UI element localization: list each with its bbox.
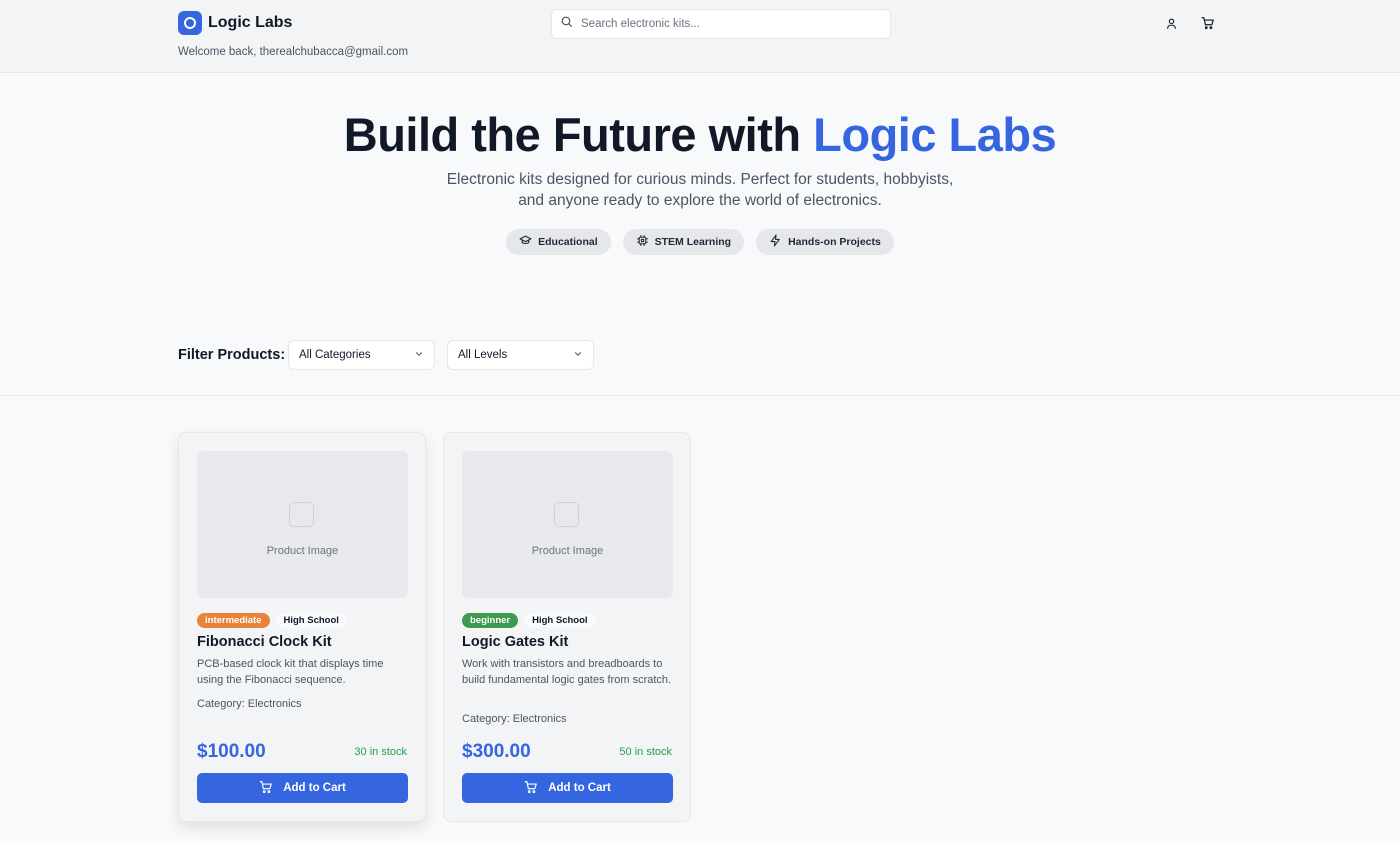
pill-label: Hands-on Projects: [788, 236, 881, 248]
pill-hands-on-projects: Hands-on Projects: [756, 229, 894, 255]
lightning-icon: [769, 234, 782, 250]
product-description: PCB-based clock kit that displays time u…: [197, 658, 384, 686]
chevron-down-icon: [414, 349, 424, 362]
section-divider: [0, 395, 1400, 396]
top-header: Logic Labs Welcome back, therealchubacca…: [0, 0, 1400, 73]
level-select-value: All Levels: [458, 349, 508, 361]
graduation-cap-icon: [519, 234, 532, 250]
audience-badge: High School: [275, 613, 347, 628]
search-icon: [560, 15, 573, 33]
brand-name: Logic Labs: [208, 14, 293, 31]
chevron-down-icon: [573, 349, 583, 362]
hero-subtitle: Electronic kits designed for curious min…: [425, 169, 975, 211]
product-name[interactable]: Logic Gates Kit: [462, 634, 568, 650]
product-image-label: Product Image: [266, 545, 339, 557]
hero-title-prefix: Build the Future with: [343, 108, 814, 161]
pill-educational: Educational: [506, 229, 611, 255]
logo-icon: [178, 11, 202, 35]
level-badge: beginner: [462, 613, 519, 628]
add-to-cart-label: Add to Cart: [283, 782, 346, 794]
image-icon: [289, 502, 314, 527]
product-category: Category: Electronics: [462, 713, 567, 725]
product-badges: beginner High School: [462, 613, 596, 628]
product-name[interactable]: Fibonacci Clock Kit: [197, 634, 332, 650]
user-icon[interactable]: [1163, 15, 1179, 31]
product-price: $100.00: [197, 741, 266, 762]
product-card[interactable]: Product Image intermediate High School F…: [178, 432, 426, 822]
pill-label: STEM Learning: [654, 236, 732, 248]
search-bar[interactable]: [551, 9, 891, 39]
filter-label: Filter Products:: [178, 347, 286, 363]
audience-badge: High School: [524, 613, 596, 628]
product-image-placeholder: Product Image: [197, 451, 408, 598]
hero-title: Build the Future with Logic Labs: [0, 107, 1400, 162]
product-image-label: Product Image: [531, 545, 604, 557]
cart-icon[interactable]: [1200, 15, 1216, 31]
cart-icon: [524, 780, 538, 797]
search-input[interactable]: [581, 18, 871, 30]
hero-subtitle-line: and anyone ready to explore the world of…: [518, 192, 882, 209]
product-price: $300.00: [462, 741, 531, 762]
product-description: Work with transistors and breadboards to…: [462, 658, 672, 686]
category-select[interactable]: All Categories: [288, 340, 435, 370]
add-to-cart-button[interactable]: Add to Cart: [462, 773, 673, 803]
brand-logo[interactable]: Logic Labs: [178, 11, 292, 35]
pill-stem-learning: STEM Learning: [622, 229, 745, 255]
level-badge: intermediate: [197, 613, 270, 628]
hero-title-accent: Logic Labs: [813, 108, 1057, 161]
stock-status: 50 in stock: [619, 746, 672, 758]
feature-pills: Educational STEM Learning Hands-on Proje…: [0, 229, 1400, 255]
level-select[interactable]: All Levels: [447, 340, 594, 370]
product-image-placeholder: Product Image: [462, 451, 673, 598]
image-icon: [554, 502, 579, 527]
add-to-cart-label: Add to Cart: [548, 782, 611, 794]
product-badges: intermediate High School: [197, 613, 347, 628]
stock-status: 30 in stock: [354, 746, 407, 758]
cart-icon: [259, 780, 273, 797]
hero-subtitle-line: Electronic kits designed for curious min…: [446, 171, 954, 188]
chip-icon: [636, 234, 649, 250]
category-select-value: All Categories: [299, 349, 371, 361]
welcome-message: Welcome back, therealchubacca@gmail.com: [178, 46, 409, 58]
product-card[interactable]: Product Image beginner High School Logic…: [443, 432, 691, 822]
add-to-cart-button[interactable]: Add to Cart: [197, 773, 408, 803]
product-category: Category: Electronics: [197, 698, 302, 710]
pill-label: Educational: [538, 236, 598, 248]
